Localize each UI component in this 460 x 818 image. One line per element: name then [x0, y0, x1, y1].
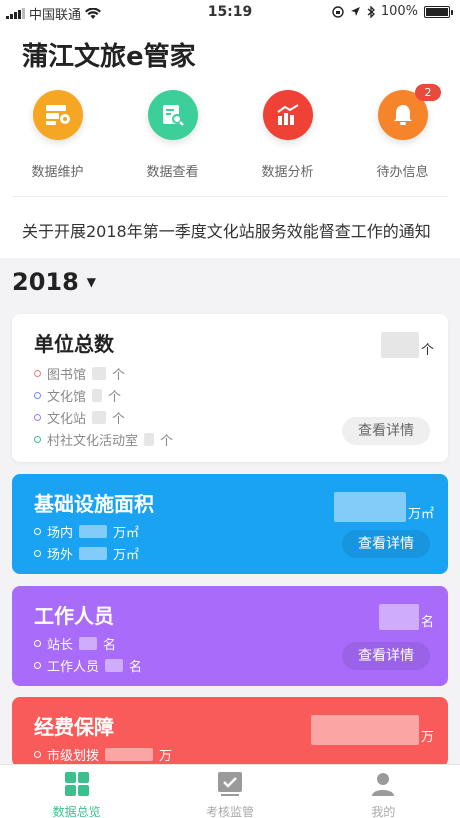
- tab-assessment[interactable]: 考核监管: [153, 765, 306, 818]
- card-total-value: 万: [310, 715, 434, 745]
- shortcut-row: 数据维护 数据查看 数据分析 2 待办信息: [0, 84, 460, 180]
- notice-marquee[interactable]: 关于开展2018年第一季度文化站服务效能督查工作的通知: [22, 218, 438, 242]
- blurred-value: [333, 492, 406, 522]
- bluetooth-icon: [367, 5, 375, 18]
- battery-icon: [424, 5, 453, 18]
- shortcut-label: 数据维护: [31, 165, 84, 180]
- shortcut-label: 数据分析: [261, 165, 314, 180]
- data-analysis-icon: [262, 90, 313, 140]
- card-unit-total: 单位总数 个 图书馆个 文化馆个 文化站个 村社文化活动室个 查看详情: [12, 314, 448, 462]
- app-title: 蒲江文旅e管家: [22, 42, 196, 72]
- bullet-dot-icon: [34, 435, 41, 443]
- bullet-dot-icon: [34, 750, 41, 758]
- card-item-list: 图书馆个 文化馆个 文化站个 村社文化活动室个: [34, 362, 173, 450]
- bullet-dot-icon: [34, 527, 41, 535]
- list-item: 场外 万㎡: [34, 542, 139, 564]
- list-item: 文化馆个: [34, 384, 173, 406]
- card-total-value: 个: [380, 332, 434, 358]
- card-funding: 经费保障 万 市级划拨万: [12, 697, 448, 767]
- card-item-list: 场内 万㎡ 场外 万㎡: [34, 520, 139, 564]
- header-panel: 蒲江文旅e管家 数据维护 数据查看 数据分析 2 待办信息 关于开展2018年第…: [0, 26, 460, 258]
- blurred-value: [310, 715, 419, 745]
- data-maintenance-icon: [32, 90, 83, 140]
- shortcut-data-analysis[interactable]: 数据分析: [230, 90, 345, 180]
- bullet-dot-icon: [34, 369, 41, 377]
- bullet-dot-icon: [34, 549, 41, 557]
- list-item: 村社文化活动室个: [34, 428, 173, 450]
- card-item-list: 站长名 工作人员名: [34, 632, 142, 676]
- bullet-dot-icon: [34, 391, 41, 399]
- list-item: 文化站个: [34, 406, 173, 428]
- card-staff: 工作人员 名 站长名 工作人员名 查看详情: [12, 586, 448, 686]
- blurred-value: [378, 604, 419, 630]
- card-unit: 名: [420, 615, 434, 630]
- bullet-dot-icon: [34, 661, 41, 669]
- list-item: 市级划拨万: [34, 743, 172, 765]
- shortcut-data-view[interactable]: 数据查看: [115, 90, 230, 180]
- list-item: 站长名: [34, 632, 142, 654]
- blurred-value: [380, 332, 419, 358]
- card-total-value: 名: [378, 604, 434, 630]
- view-details-button[interactable]: 查看详情: [342, 530, 430, 558]
- card-unit: 万: [420, 730, 434, 745]
- list-item: 场内 万㎡: [34, 520, 139, 542]
- tab-label: 考核监管: [205, 805, 254, 818]
- shortcut-label: 数据查看: [146, 165, 199, 180]
- list-item: 工作人员名: [34, 654, 142, 676]
- tab-label: 数据总览: [52, 805, 101, 818]
- list-item: 图书馆个: [34, 362, 173, 384]
- checkbox-icon: [217, 772, 242, 796]
- year-value: 2018: [12, 268, 79, 296]
- tab-label: 我的: [371, 805, 396, 818]
- caret-down-icon: ▼: [86, 275, 97, 289]
- card-title: 经费保障: [34, 715, 114, 739]
- bottom-tab-bar: 数据总览 考核监管 我的: [0, 764, 460, 818]
- shortcut-label: 待办信息: [376, 165, 429, 180]
- shortcut-todo[interactable]: 2 待办信息: [345, 84, 460, 180]
- location-icon: [350, 7, 360, 16]
- todo-badge: 2: [415, 84, 441, 101]
- card-item-list: 市级划拨万: [34, 743, 172, 765]
- grid-icon: [64, 772, 89, 796]
- card-unit: 个: [420, 343, 434, 358]
- person-icon: [372, 773, 395, 796]
- orientation-lock-icon: [332, 5, 344, 18]
- tab-mine[interactable]: 我的: [307, 765, 460, 818]
- card-title: 基础设施面积: [34, 492, 154, 516]
- data-view-icon: [147, 90, 198, 140]
- card-title: 单位总数: [34, 332, 114, 356]
- bullet-dot-icon: [34, 413, 41, 421]
- card-title: 工作人员: [34, 604, 114, 628]
- view-details-button[interactable]: 查看详情: [342, 417, 430, 445]
- tab-overview[interactable]: 数据总览: [0, 765, 153, 818]
- card-total-value: 万㎡: [333, 492, 434, 522]
- shortcut-data-maintenance[interactable]: 数据维护: [0, 90, 115, 180]
- status-bar: 中国联通 15:19 100%: [0, 0, 460, 26]
- year-selector[interactable]: 2018 ▼: [12, 268, 96, 296]
- view-details-button[interactable]: 查看详情: [342, 642, 430, 670]
- card-unit: 万㎡: [407, 507, 434, 522]
- divider: [12, 196, 448, 197]
- card-facility-area: 基础设施面积 万㎡ 场内 万㎡ 场外 万㎡ 查看详情: [12, 474, 448, 574]
- bullet-dot-icon: [34, 639, 41, 647]
- battery-percent: 100%: [380, 4, 418, 19]
